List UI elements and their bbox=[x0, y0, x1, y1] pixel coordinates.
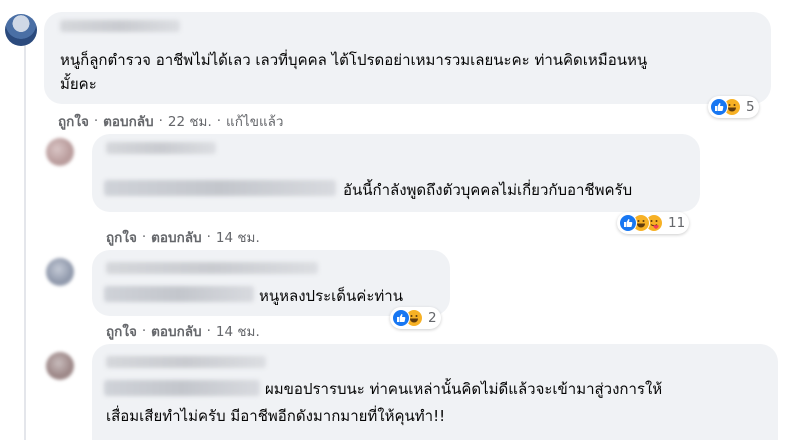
reply-link[interactable]: ตอบกลับ bbox=[103, 110, 153, 132]
comment-actions: ถูกใจ · ตอบกลับ · 14 ชม. bbox=[106, 320, 260, 342]
reply-link[interactable]: ตอบกลับ bbox=[151, 226, 201, 248]
avatar[interactable] bbox=[46, 138, 74, 166]
separator: · bbox=[93, 113, 99, 129]
commenter-name[interactable] bbox=[106, 356, 266, 368]
comment-text: หนูหลงประเด็นค่ะท่าน bbox=[259, 287, 403, 305]
like-icon bbox=[619, 214, 637, 232]
timestamp[interactable]: 22 ชม. bbox=[168, 110, 212, 132]
commenter-name[interactable] bbox=[106, 142, 216, 154]
like-link[interactable]: ถูกใจ bbox=[58, 110, 89, 132]
reaction-count: 11 bbox=[668, 215, 686, 231]
separator: · bbox=[158, 113, 163, 129]
separator: · bbox=[206, 323, 211, 339]
separator: · bbox=[216, 113, 222, 129]
tagged-name[interactable] bbox=[104, 380, 260, 396]
comment-actions: ถูกใจ · ตอบกลับ · 22 ชม. · แก้ไขแล้ว bbox=[58, 110, 284, 132]
avatar[interactable] bbox=[46, 352, 74, 380]
comment-actions: ถูกใจ · ตอบกลับ · 14 ชม. bbox=[106, 226, 260, 248]
avatar[interactable] bbox=[46, 258, 74, 286]
separator: · bbox=[141, 323, 147, 339]
comment-text: มั้ยคะ bbox=[60, 75, 97, 93]
timestamp[interactable]: 14 ชม. bbox=[216, 226, 260, 248]
tagged-name[interactable] bbox=[104, 180, 336, 196]
comment-text: ผมขอปรารบนะ ท่าคนเหล่านั้นคิดไม่ดีแล้วจะ… bbox=[265, 380, 663, 398]
timestamp[interactable]: 14 ชม. bbox=[216, 320, 260, 342]
reply-link[interactable]: ตอบกลับ bbox=[151, 320, 201, 342]
commenter-name[interactable] bbox=[106, 262, 318, 274]
edited-label[interactable]: แก้ไขแล้ว bbox=[226, 110, 283, 132]
like-link[interactable]: ถูกใจ bbox=[106, 226, 137, 248]
reaction-summary[interactable]: 5 bbox=[708, 96, 759, 118]
reaction-summary[interactable]: 11 bbox=[617, 212, 690, 234]
separator: · bbox=[141, 229, 147, 245]
like-link[interactable]: ถูกใจ bbox=[106, 320, 137, 342]
commenter-name[interactable] bbox=[60, 20, 180, 32]
comment-text: หนูก็ลูกตำรวจ อาชีพไม่ได้เลว เลวที่บุคคล… bbox=[60, 51, 648, 69]
thread-line bbox=[24, 40, 26, 440]
avatar[interactable] bbox=[5, 14, 37, 46]
reaction-count: 2 bbox=[428, 310, 437, 326]
tagged-name[interactable] bbox=[104, 286, 254, 302]
reaction-count: 5 bbox=[746, 99, 755, 115]
comment-text: อันนี้กำลังพูดถึงตัวบุคคลไม่เกี่ยวกับอาช… bbox=[343, 181, 633, 199]
like-icon bbox=[392, 309, 410, 327]
like-icon bbox=[710, 98, 728, 116]
reaction-summary[interactable]: 2 bbox=[390, 307, 441, 329]
comment-text: เสื่อมเสียทำไม่ครับ มีอาชีพอีกดังมากมายท… bbox=[106, 407, 446, 425]
separator: · bbox=[206, 229, 211, 245]
